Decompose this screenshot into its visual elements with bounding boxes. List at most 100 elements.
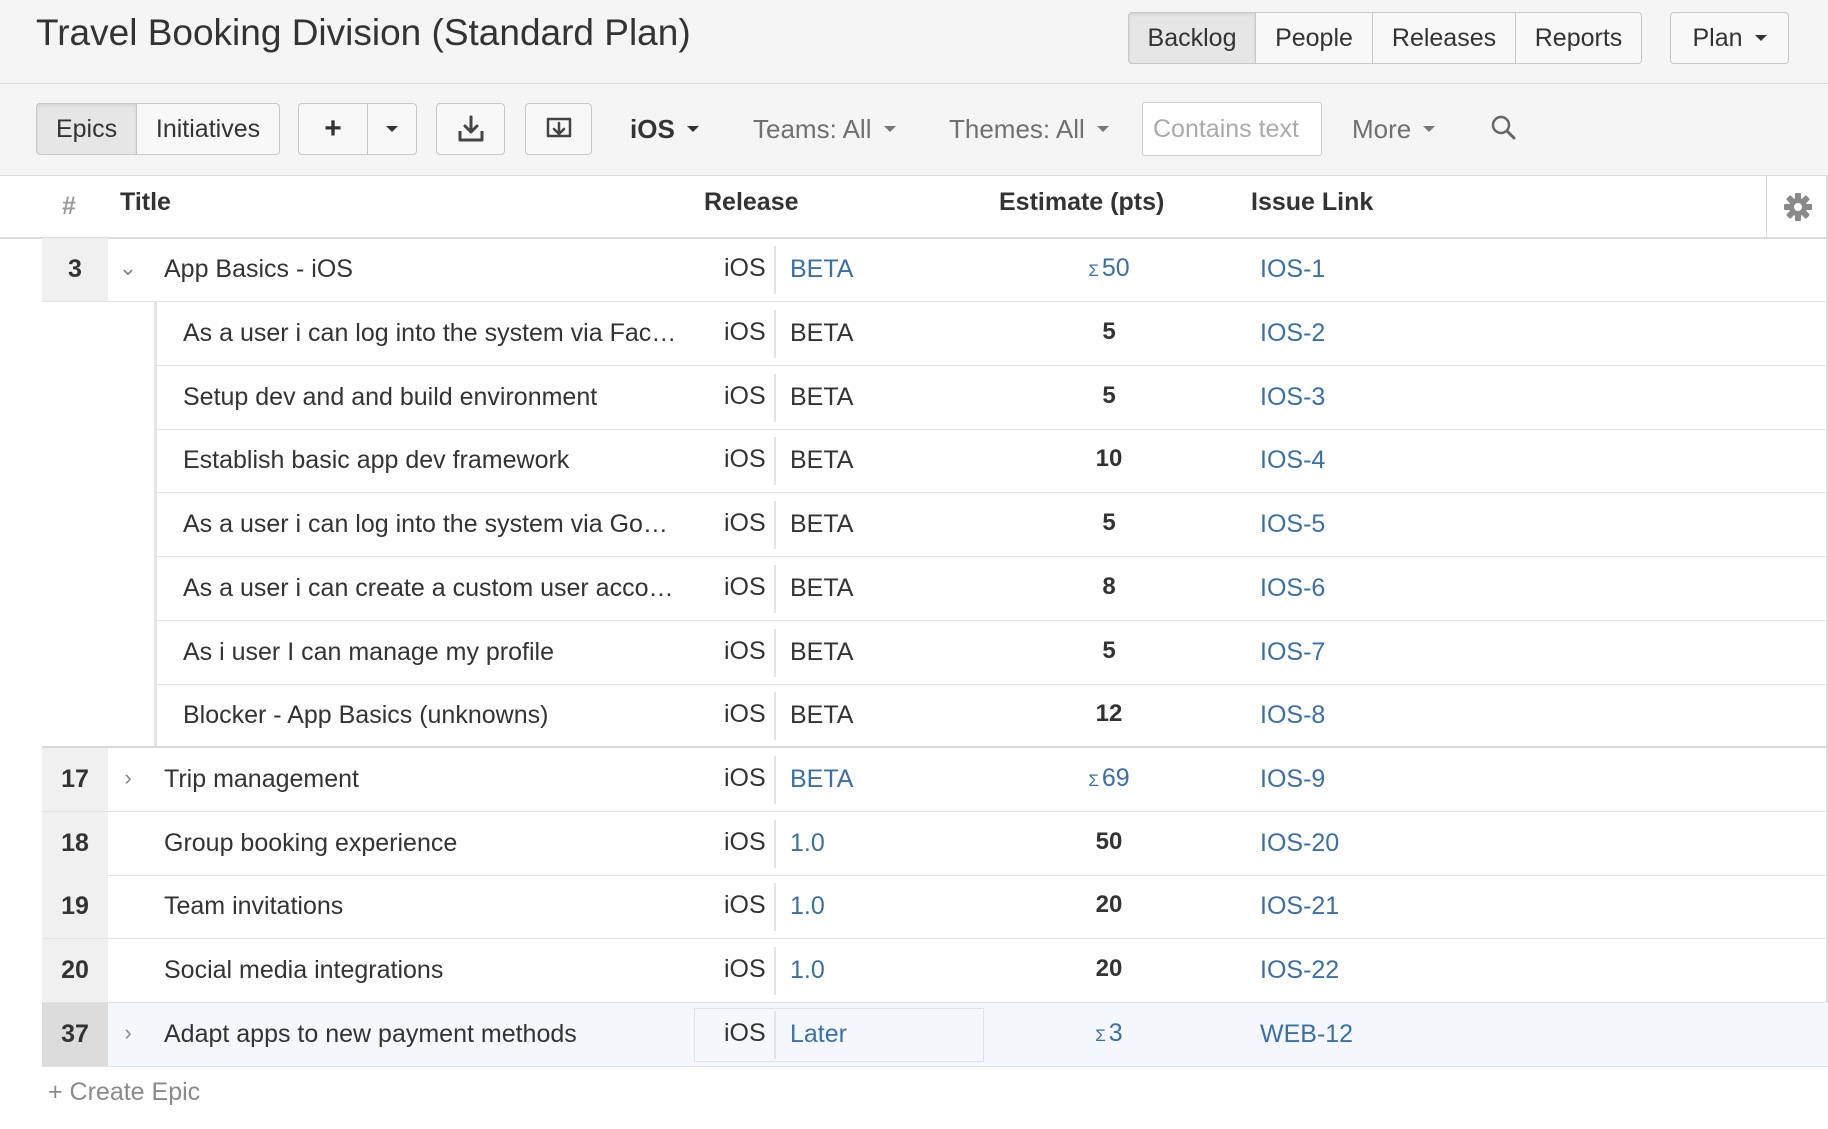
team-label: iOS bbox=[724, 318, 766, 346]
nav-backlog[interactable]: Backlog bbox=[1128, 12, 1256, 64]
team-filter-dropdown[interactable]: iOS bbox=[630, 111, 699, 147]
tab-epics[interactable]: Epics bbox=[36, 103, 137, 155]
import-button[interactable] bbox=[436, 103, 505, 155]
epic-title[interactable]: Adapt apps to new payment methods bbox=[164, 1020, 714, 1049]
plan-menu-button[interactable]: Plan bbox=[1670, 12, 1789, 64]
story-row[interactable]: As a user i can log into the system via … bbox=[42, 493, 1828, 557]
child-indent-bar bbox=[154, 684, 157, 748]
story-row[interactable]: As a user i can create a custom user acc… bbox=[42, 557, 1828, 621]
chevron-right-icon[interactable]: › bbox=[118, 1020, 138, 1046]
estimate-value[interactable]: 5 bbox=[1064, 382, 1154, 410]
issue-link[interactable]: IOS-22 bbox=[1260, 956, 1339, 985]
story-title[interactable]: Blocker - App Basics (unknowns) bbox=[183, 701, 723, 730]
release-value[interactable]: BETA bbox=[790, 765, 853, 794]
nav-releases[interactable]: Releases bbox=[1373, 12, 1516, 64]
issue-link[interactable]: IOS-9 bbox=[1260, 765, 1325, 794]
add-button[interactable]: + bbox=[298, 103, 368, 155]
release-value[interactable]: 1.0 bbox=[790, 892, 825, 921]
column-divider bbox=[774, 437, 776, 485]
estimate-value[interactable]: 20 bbox=[1064, 891, 1154, 919]
more-filters-dropdown[interactable]: More bbox=[1352, 111, 1436, 147]
issue-link[interactable]: IOS-1 bbox=[1260, 255, 1325, 284]
column-settings-button[interactable] bbox=[1766, 176, 1828, 238]
issue-link[interactable]: WEB-12 bbox=[1260, 1020, 1353, 1049]
story-row[interactable]: As a user i can log into the system via … bbox=[42, 302, 1828, 366]
teams-filter-dropdown[interactable]: Teams: All bbox=[753, 111, 896, 147]
story-title[interactable]: Establish basic app dev framework bbox=[183, 446, 723, 475]
story-title[interactable]: As a user i can log into the system via … bbox=[183, 510, 723, 539]
release-value[interactable]: 1.0 bbox=[790, 829, 825, 858]
issue-link[interactable]: IOS-3 bbox=[1260, 383, 1325, 412]
story-row[interactable]: Blocker - App Basics (unknowns) iOS BETA… bbox=[42, 684, 1828, 748]
column-header-title[interactable]: Title bbox=[120, 188, 171, 217]
epic-title[interactable]: Team invitations bbox=[164, 892, 714, 921]
story-title[interactable]: As a user i can create a custom user acc… bbox=[183, 574, 723, 603]
issue-link[interactable]: IOS-2 bbox=[1260, 319, 1325, 348]
story-row[interactable]: As i user I can manage my profile iOS BE… bbox=[42, 621, 1828, 685]
issue-link[interactable]: IOS-20 bbox=[1260, 829, 1339, 858]
estimate-value[interactable]: 20 bbox=[1064, 955, 1154, 983]
nav-reports[interactable]: Reports bbox=[1516, 12, 1642, 64]
estimate-value[interactable]: 8 bbox=[1064, 573, 1154, 601]
epic-row[interactable]: 17 › Trip management iOS BETA Σ 69 IOS-9 bbox=[42, 748, 1828, 812]
issue-link[interactable]: IOS-21 bbox=[1260, 892, 1339, 921]
gear-icon bbox=[1783, 193, 1812, 221]
story-title[interactable]: As a user i can log into the system via … bbox=[183, 319, 723, 348]
epic-row[interactable]: 19 Team invitations iOS 1.0 20 IOS-21 bbox=[42, 875, 1828, 939]
column-divider bbox=[774, 246, 776, 294]
add-options-button[interactable] bbox=[368, 103, 417, 155]
row-rank: 18 bbox=[42, 812, 108, 875]
epic-title[interactable]: App Basics - iOS bbox=[164, 255, 714, 284]
nav-people[interactable]: People bbox=[1256, 12, 1373, 64]
child-indent-bar bbox=[154, 366, 157, 430]
epic-row[interactable]: 3 ⌄ App Basics - iOS iOS BETA Σ 50 IOS-1 bbox=[42, 238, 1828, 302]
issue-link[interactable]: IOS-7 bbox=[1260, 638, 1325, 667]
add-item-group: + bbox=[298, 103, 417, 155]
team-label: iOS bbox=[724, 1019, 766, 1047]
estimate-value[interactable]: 10 bbox=[1064, 445, 1154, 473]
team-label: iOS bbox=[724, 445, 766, 473]
issue-link[interactable]: IOS-6 bbox=[1260, 574, 1325, 603]
search-icon[interactable] bbox=[1490, 114, 1518, 142]
themes-filter-dropdown[interactable]: Themes: All bbox=[949, 111, 1109, 147]
story-title[interactable]: As i user I can manage my profile bbox=[183, 638, 723, 667]
sigma-icon: Σ bbox=[1088, 261, 1099, 280]
epic-row[interactable]: 18 Group booking experience iOS 1.0 50 I… bbox=[42, 812, 1828, 876]
estimate-value[interactable]: 50 bbox=[1064, 828, 1154, 856]
estimate-sum: Σ 69 bbox=[1064, 764, 1154, 793]
text-filter-input[interactable] bbox=[1142, 102, 1322, 156]
estimate-value[interactable]: 5 bbox=[1064, 318, 1154, 346]
chevron-right-icon[interactable]: › bbox=[118, 765, 138, 791]
story-row[interactable]: Establish basic app dev framework iOS BE… bbox=[42, 429, 1828, 493]
sigma-icon: Σ bbox=[1095, 1026, 1106, 1045]
release-value[interactable]: 1.0 bbox=[790, 956, 825, 985]
column-header-issue-link[interactable]: Issue Link bbox=[1251, 188, 1373, 217]
release-value[interactable]: Later bbox=[790, 1020, 847, 1049]
epic-row[interactable]: 20 Social media integrations iOS 1.0 20 … bbox=[42, 939, 1828, 1003]
create-epic-link[interactable]: + Create Epic bbox=[48, 1078, 200, 1107]
story-row[interactable]: Setup dev and and build environment iOS … bbox=[42, 366, 1828, 430]
estimate-value[interactable]: 5 bbox=[1064, 509, 1154, 537]
epic-title[interactable]: Group booking experience bbox=[164, 829, 714, 858]
estimate-value[interactable]: 12 bbox=[1064, 700, 1154, 728]
chevron-down-icon bbox=[1096, 126, 1109, 132]
team-label: iOS bbox=[724, 573, 766, 601]
release-value[interactable]: BETA bbox=[790, 255, 853, 284]
export-button[interactable] bbox=[525, 103, 592, 155]
row-divider bbox=[42, 1066, 1828, 1067]
epic-title[interactable]: Trip management bbox=[164, 765, 714, 794]
issue-link[interactable]: IOS-8 bbox=[1260, 701, 1325, 730]
child-indent-bar bbox=[154, 493, 157, 557]
estimate-value[interactable]: 5 bbox=[1064, 637, 1154, 665]
column-header-release[interactable]: Release bbox=[704, 188, 799, 217]
epic-row-selected[interactable]: 37 › Adapt apps to new payment methods i… bbox=[42, 1003, 1828, 1067]
issue-link[interactable]: IOS-4 bbox=[1260, 446, 1325, 475]
tab-initiatives[interactable]: Initiatives bbox=[137, 103, 280, 155]
column-header-estimate[interactable]: Estimate (pts) bbox=[999, 188, 1164, 217]
issue-link[interactable]: IOS-5 bbox=[1260, 510, 1325, 539]
story-title[interactable]: Setup dev and and build environment bbox=[183, 383, 723, 412]
epic-title[interactable]: Social media integrations bbox=[164, 956, 714, 985]
team-label: iOS bbox=[724, 828, 766, 856]
chevron-down-icon[interactable]: ⌄ bbox=[118, 255, 138, 281]
row-rank: 20 bbox=[42, 939, 108, 1002]
